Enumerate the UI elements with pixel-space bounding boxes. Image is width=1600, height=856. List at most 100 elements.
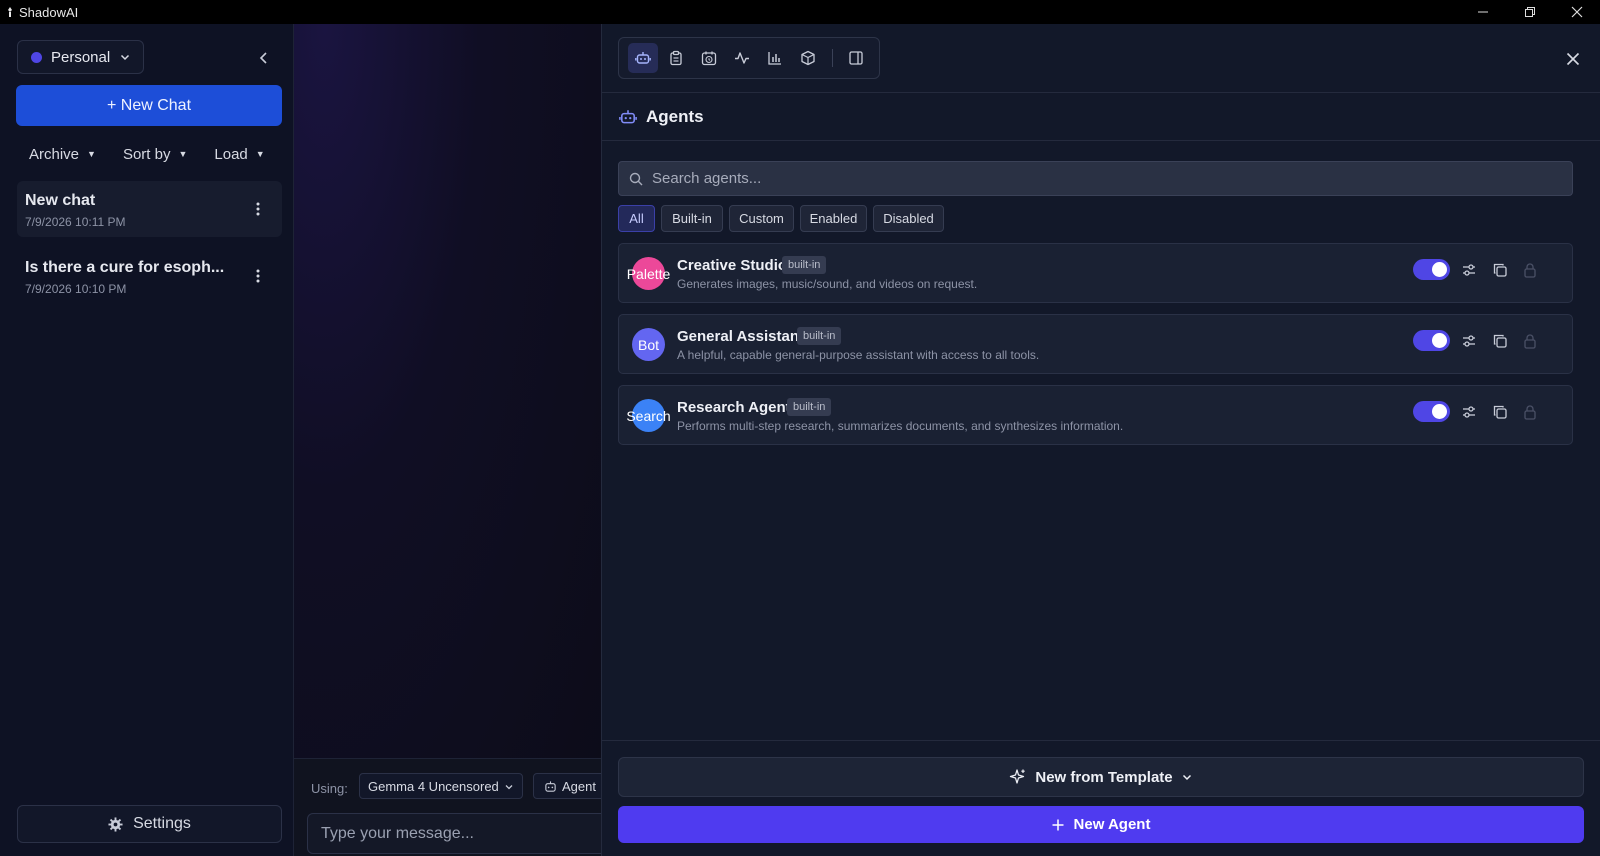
archive-filter[interactable]: Archive ▼ [29,146,96,163]
app-title: ShadowAI [19,4,79,20]
configure-agent-button[interactable] [1460,403,1478,421]
agent-card-general-assistant[interactable]: Bot General Assistant built-in A helpful… [618,314,1573,374]
tab-custom[interactable]: Custom [729,205,794,232]
tasks-tool-button[interactable] [661,43,691,73]
agent-enabled-toggle[interactable] [1413,330,1450,351]
agents-tool-button[interactable] [628,43,658,73]
sort-by-label: Sort by [122,145,171,163]
template-label: New from Template [1035,768,1173,786]
toggle-panel-button[interactable] [841,43,871,73]
new-chat-button[interactable]: + New Chat [16,85,282,126]
sliders-icon [1463,264,1475,276]
chat-title: Is there a cure for esoph... [25,259,225,276]
built-in-badge: built-in [782,256,827,274]
tab-disabled[interactable]: Disabled [873,205,944,232]
packages-tool-button[interactable] [793,43,823,73]
duplicate-agent-button[interactable] [1491,261,1509,279]
gear-icon [108,816,123,832]
chat-list-item[interactable]: New chat 7/9/2026 10:11 PM [17,181,282,237]
window-controls [1459,0,1600,24]
workspace-dot [31,51,42,63]
chat-date: 7/9/2026 10:10 PM [25,282,127,296]
agent-avatar: Palette [627,257,670,290]
agent-description: Performs multi-step research, summarizes… [677,419,1124,433]
caret-down-icon: ▼ [87,149,96,159]
schedule-tool-button[interactable] [694,43,724,73]
agent-card-creative-studio[interactable]: Palette Creative Studio built-in Generat… [618,243,1573,303]
built-in-badge: built-in [787,398,832,416]
settings-label: Settings [133,815,191,832]
lock-icon [1524,405,1536,420]
lock-agent-button [1521,403,1539,421]
new-agent-label: New Agent [1073,816,1151,833]
activity-tool-button[interactable] [727,43,757,73]
toggle-knob [1432,262,1447,277]
tab-built-in[interactable]: Built-in [661,205,723,232]
chat-date: 7/9/2026 10:11 PM [25,215,126,229]
new-agent-button[interactable]: New Agent [618,806,1584,843]
archive-label: Archive [29,145,80,163]
agent-avatar: Search [626,399,671,432]
panel-right-icon [849,51,863,65]
configure-agent-button[interactable] [1460,261,1478,279]
chevron-down-icon [121,54,130,61]
duplicate-agent-button[interactable] [1491,403,1509,421]
activity-icon [735,52,749,64]
tab-enabled[interactable]: Enabled [800,205,867,232]
sort-by-filter[interactable]: Sort by ▼ [123,146,187,163]
panel-heading: Agents [619,106,704,128]
load-filter[interactable]: Load ▼ [214,146,264,163]
copy-icon [1493,263,1507,277]
panel-divider [602,92,1600,93]
sliders-icon [1463,406,1475,418]
collapse-sidebar-button[interactable] [254,48,274,68]
more-vertical-icon [256,269,260,283]
clipboard-icon [670,50,682,66]
agent-search[interactable] [618,161,1573,196]
chat-menu-button[interactable] [252,201,264,217]
agent-card-research-agent[interactable]: Search Research Agent built-in Performs … [618,385,1573,445]
message-input[interactable] [307,813,617,854]
bot-icon [619,110,637,124]
window-close-button[interactable] [1553,0,1600,24]
stats-tool-button[interactable] [760,43,790,73]
chevron-down-icon [505,785,513,790]
model-selector[interactable]: Gemma 4 Uncensored [359,773,523,799]
chevron-down-icon [1182,774,1191,781]
lock-agent-button [1521,261,1539,279]
sparkles-icon [1010,769,1026,784]
built-in-badge: built-in [797,327,842,345]
copy-icon [1493,405,1507,419]
chat-list-item[interactable]: Is there a cure for esoph... 7/9/2026 10… [17,248,282,304]
copy-icon [1493,334,1507,348]
model-name: Gemma 4 Uncensored [368,778,499,794]
new-from-template-button[interactable]: New from Template [618,757,1584,797]
tab-all[interactable]: All [618,205,655,232]
lock-icon [1524,263,1536,278]
agent-search-input[interactable] [652,170,1552,187]
composer: Using: Gemma 4 Uncensored Agent [294,758,617,856]
chat-menu-button[interactable] [252,268,264,284]
agent-label: Agent [562,778,596,794]
agent-enabled-toggle[interactable] [1413,401,1450,422]
lock-agent-button [1521,332,1539,350]
panel-divider [602,140,1600,141]
chat-title: New chat [25,192,96,209]
agent-avatar: Bot [632,328,665,361]
restore-button[interactable] [1506,0,1553,24]
duplicate-agent-button[interactable] [1491,332,1509,350]
agent-enabled-toggle[interactable] [1413,259,1450,280]
workspace-selector[interactable]: Personal [17,40,144,74]
agent-name: Creative Studio [677,257,788,274]
panel-title: Agents [646,107,704,126]
configure-agent-button[interactable] [1460,332,1478,350]
minimize-button[interactable] [1459,0,1506,24]
using-label: Using: [311,781,348,796]
app-logo-icon [8,7,12,17]
chevron-left-icon [259,52,267,64]
panel-close-button[interactable] [1562,48,1584,70]
restore-icon [1524,7,1535,17]
settings-button[interactable]: Settings [17,805,282,843]
agent-name: General Assistant [677,328,804,345]
panel-divider [602,740,1600,741]
